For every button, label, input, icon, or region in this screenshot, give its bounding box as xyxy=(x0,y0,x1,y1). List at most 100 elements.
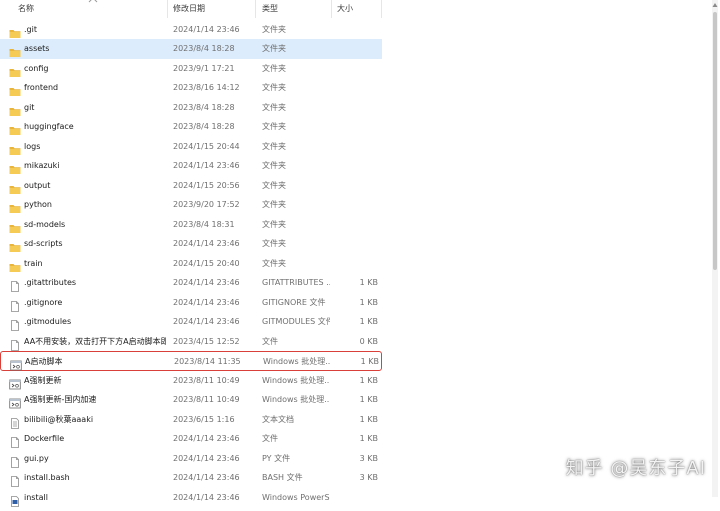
file-row[interactable]: Dockerfile 2024/1/14 23:46 文件 1 KB xyxy=(0,429,382,449)
file-row[interactable]: sd-scripts 2024/1/14 23:46 文件夹 xyxy=(0,234,382,254)
file-modified-date: 2023/9/1 17:21 xyxy=(173,63,235,73)
file-name: A启动脚本 xyxy=(25,357,63,366)
file-row[interactable]: .git 2024/1/14 23:46 文件夹 xyxy=(0,20,382,40)
file-modified-date: 2024/1/15 20:44 xyxy=(173,141,240,151)
file-row[interactable]: frontend 2023/8/16 14:12 文件夹 xyxy=(0,78,382,98)
file-modified-date: 2024/1/14 23:46 xyxy=(173,24,240,34)
column-header-name[interactable]: 名称 xyxy=(0,0,168,18)
file-row[interactable]: output 2024/1/15 20:56 文件夹 xyxy=(0,176,382,196)
file-name: install xyxy=(24,492,48,502)
file-name: logs xyxy=(24,141,41,151)
file-row[interactable]: install.bash 2024/1/14 23:46 BASH 文件 3 KB xyxy=(0,468,382,488)
file-row[interactable]: train 2024/1/15 20:40 文件夹 xyxy=(0,254,382,274)
folder-icon xyxy=(9,102,21,116)
file-name: huggingface xyxy=(24,122,74,131)
file-row[interactable]: .gitattributes 2024/1/14 23:46 GITATTRIBUT… xyxy=(0,273,382,293)
file-size xyxy=(332,254,378,274)
vertical-scrollbar[interactable] xyxy=(712,0,718,497)
file-size: 3 KB xyxy=(359,473,378,482)
folder-icon xyxy=(9,63,21,77)
folder-icon xyxy=(9,238,21,252)
folder-icon xyxy=(9,199,21,213)
file-modified-date: 2024/1/14 23:46 xyxy=(173,278,240,287)
watermark: 知乎 @吴东子AI xyxy=(565,458,706,479)
file-size xyxy=(332,234,378,254)
file-size xyxy=(332,59,378,79)
file-size: 1 KB xyxy=(359,317,378,326)
file-icon xyxy=(9,297,21,312)
file-modified-date: 2023/8/4 18:28 xyxy=(173,102,235,112)
file-modified-date: 2023/8/11 10:49 xyxy=(173,375,240,385)
scrollbar-thumb[interactable] xyxy=(713,12,717,270)
file-modified-date: 2023/8/11 10:49 xyxy=(173,395,240,404)
file-row[interactable]: sd-models 2023/8/4 18:31 文件夹 xyxy=(0,215,382,235)
file-row[interactable]: bilibili@秋葉aaaki 2023/6/15 1:16 文本文档 1 KB xyxy=(0,410,382,430)
column-header-type[interactable]: 类型 xyxy=(256,0,332,18)
file-row[interactable]: assets 2023/8/4 18:28 文件夹 xyxy=(0,39,382,59)
file-modified-date: 2023/8/14 11:35 xyxy=(174,357,241,366)
file-name: .gitignore xyxy=(24,297,63,307)
file-row[interactable]: python 2023/9/20 17:52 文件夹 xyxy=(0,195,382,215)
file-row[interactable]: logs 2024/1/15 20:44 文件夹 xyxy=(0,137,382,157)
column-header-date-label: 修改日期 xyxy=(173,4,205,13)
folder-icon xyxy=(9,24,21,38)
file-modified-date: 2024/1/14 23:46 xyxy=(173,453,240,463)
file-name: sd-scripts xyxy=(24,239,63,248)
file-size xyxy=(332,20,378,40)
folder-icon xyxy=(9,43,21,57)
file-type: 文件夹 xyxy=(262,239,286,248)
file-row[interactable]: mikazuki 2024/1/14 23:46 文件夹 xyxy=(0,156,382,176)
batch-file-icon xyxy=(9,375,21,389)
file-row[interactable]: A强制更新-国内加速 2023/8/11 10:49 Windows 批处理... 1… xyxy=(0,390,382,410)
batch-file-icon xyxy=(9,394,21,409)
file-row[interactable]: .gitmodules 2024/1/14 23:46 GITMODULES 文件 1… xyxy=(0,312,382,332)
scroll-up-arrow-icon[interactable] xyxy=(712,2,718,8)
text-file-icon xyxy=(9,414,21,429)
file-row[interactable]: git 2023/8/4 18:28 文件夹 xyxy=(0,98,382,118)
file-size xyxy=(332,195,378,215)
file-row[interactable]: AA不用安装，双击打开下方A启动脚本即... 2023/4/15 12:52 文件 0… xyxy=(0,332,382,352)
file-type: 文件夹 xyxy=(262,63,286,73)
file-size xyxy=(332,137,378,157)
file-name: assets xyxy=(24,44,50,53)
batch-file-icon xyxy=(10,356,22,371)
file-type: 文件夹 xyxy=(262,44,286,53)
file-size: 1 KB xyxy=(360,357,379,366)
column-header-size[interactable]: 大小 xyxy=(332,0,382,18)
file-row[interactable]: A强制更新 2023/8/11 10:49 Windows 批处理... 1 KB xyxy=(0,371,382,391)
file-size: 1 KB xyxy=(359,278,378,287)
file-row[interactable]: gui.py 2024/1/14 23:46 PY 文件 3 KB xyxy=(0,449,382,469)
file-name: A强制更新 xyxy=(24,375,62,385)
powershell-file-icon xyxy=(9,492,21,507)
file-modified-date: 2024/1/14 23:46 xyxy=(173,297,240,307)
column-header-date[interactable]: 修改日期 xyxy=(168,0,256,18)
file-modified-date: 2024/1/14 23:46 xyxy=(173,473,240,482)
file-row[interactable]: install 2024/1/14 23:46 Windows PowerS... xyxy=(0,488,382,508)
file-type: Windows 批处理... xyxy=(263,357,331,366)
file-icon xyxy=(9,472,21,487)
file-name: train xyxy=(24,258,43,268)
file-name: bilibili@秋葉aaaki xyxy=(24,414,94,424)
file-modified-date: 2024/1/14 23:46 xyxy=(173,161,240,170)
file-size: 1 KB xyxy=(359,395,378,404)
file-name: frontend xyxy=(24,83,59,92)
file-type: 文件夹 xyxy=(262,24,286,34)
file-row[interactable]: config 2023/9/1 17:21 文件夹 xyxy=(0,59,382,79)
file-modified-date: 2024/1/14 23:46 xyxy=(173,492,240,502)
file-size: 1 KB xyxy=(359,297,378,307)
folder-icon xyxy=(9,82,21,96)
file-type: Windows 批处理... xyxy=(262,375,330,385)
sort-ascending-icon xyxy=(88,0,98,3)
file-type: 文件夹 xyxy=(262,83,286,92)
file-type: BASH 文件 xyxy=(262,473,303,482)
file-row[interactable]: huggingface 2023/8/4 18:28 文件夹 xyxy=(0,117,382,137)
file-size: 0 KB xyxy=(359,336,378,346)
file-type: GITIGNORE 文件 xyxy=(262,297,326,307)
file-size xyxy=(332,78,378,98)
file-size xyxy=(332,117,378,137)
file-type: PY 文件 xyxy=(262,453,291,463)
file-icon xyxy=(9,453,21,468)
file-size xyxy=(332,176,378,196)
file-row[interactable]: A启动脚本 2023/8/14 11:35 Windows 批处理... 1 KB xyxy=(0,351,382,371)
file-row[interactable]: .gitignore 2024/1/14 23:46 GITIGNORE 文件 1 K… xyxy=(0,293,382,313)
